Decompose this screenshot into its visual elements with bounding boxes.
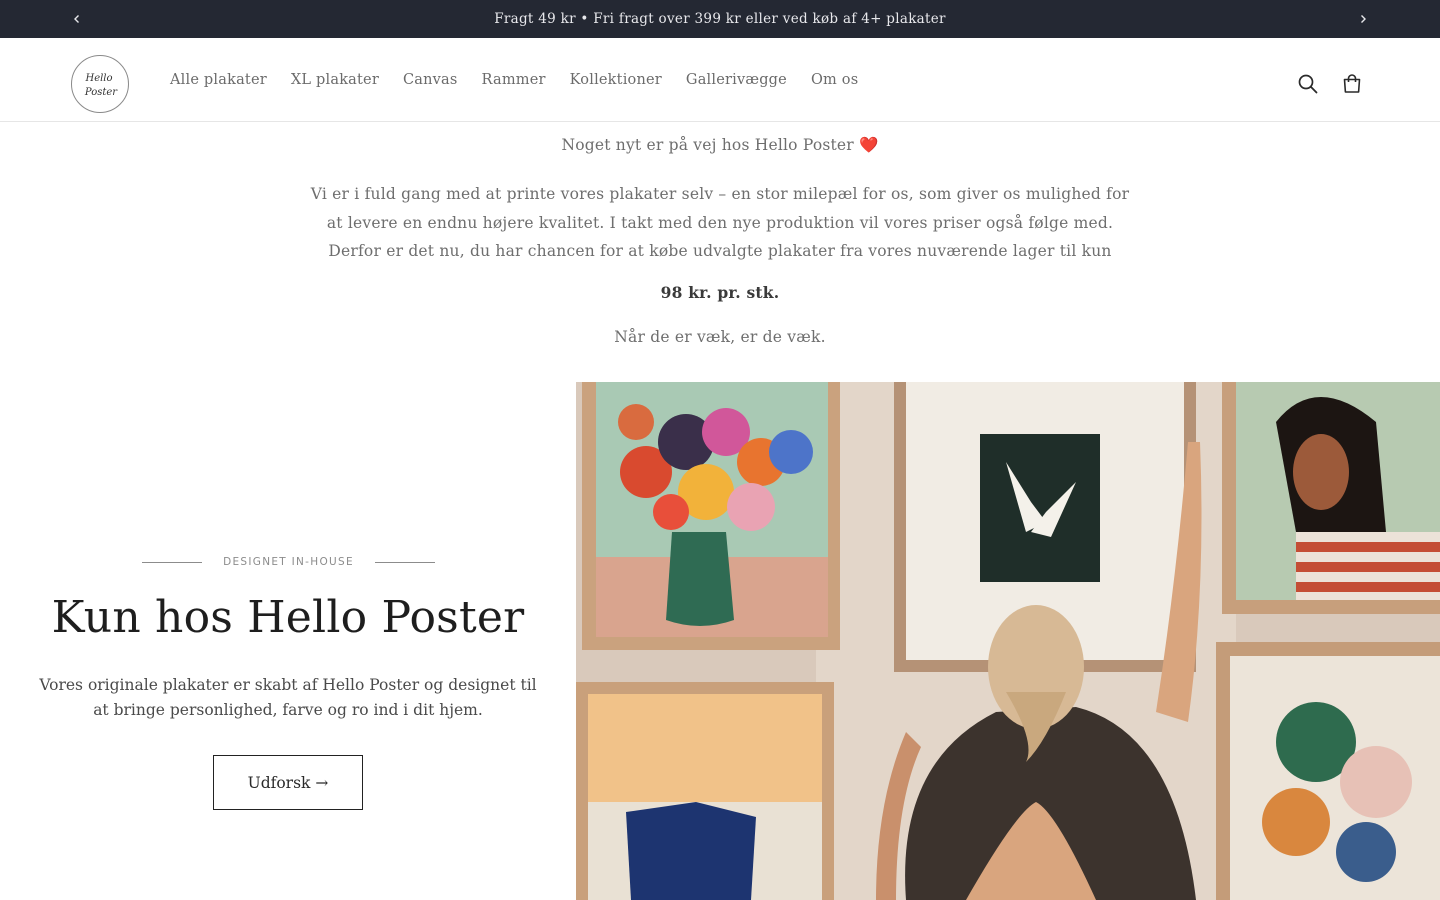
chevron-left-icon <box>74 15 79 23</box>
announcement-next-button[interactable] <box>1348 0 1378 38</box>
announcement-bar: Fragt 49 kr • Fri fragt over 399 kr elle… <box>0 0 1440 38</box>
nav-item-canvas[interactable]: Canvas <box>391 72 470 88</box>
hero-eyebrow-text: DESIGNET IN-HOUSE <box>223 556 354 568</box>
notice-title: Noget nyt er på vej hos Hello Poster ❤️ <box>561 136 879 154</box>
logo[interactable]: Hello Poster <box>71 55 129 113</box>
hero-title: Kun hos Hello Poster <box>51 592 525 643</box>
announcement-text: Fragt 49 kr • Fri fragt over 399 kr elle… <box>494 11 946 27</box>
notice-line: Vi er i fuld gang med at printe vores pl… <box>310 185 1130 203</box>
nav-item-kollektioner[interactable]: Kollektioner <box>558 72 674 88</box>
nav-item-rammer[interactable]: Rammer <box>470 72 558 88</box>
announcement-prev-button[interactable] <box>62 0 92 38</box>
search-icon <box>1298 74 1318 94</box>
hero-eyebrow: DESIGNET IN-HOUSE <box>142 556 435 568</box>
notice-line: at levere en endnu højere kvalitet. I ta… <box>326 213 1114 232</box>
site-header: Hello Poster Alle plakater XL plakater C… <box>0 38 1440 122</box>
nav-item-om-os[interactable]: Om os <box>799 72 870 88</box>
notice-price: 98 kr. pr. stk. <box>660 283 780 302</box>
hero-image <box>576 382 1440 900</box>
nav-item-alle-plakater[interactable]: Alle plakater <box>158 72 279 88</box>
hero-text: Vores originale plakater er skabt af Hel… <box>39 676 537 719</box>
nav-item-xl-plakater[interactable]: XL plakater <box>279 72 391 88</box>
cart-button[interactable] <box>1340 72 1364 96</box>
divider-line <box>375 561 435 563</box>
cart-icon <box>1343 74 1361 93</box>
notice-outro: Når de er væk, er de væk. <box>614 328 826 346</box>
gallery-wall-illustration <box>576 382 1440 900</box>
svg-text:Hello: Hello <box>84 73 112 84</box>
notice-line: Derfor er det nu, du har chancen for at … <box>328 242 1112 260</box>
chevron-right-icon <box>1361 15 1366 23</box>
main-nav: Alle plakater XL plakater Canvas Rammer … <box>158 38 870 121</box>
search-button[interactable] <box>1296 72 1320 96</box>
svg-text:Poster: Poster <box>84 87 118 98</box>
notice-body: Vi er i fuld gang med at printe vores pl… <box>300 180 1140 266</box>
divider-line <box>142 561 202 563</box>
nav-item-gallerivaegge[interactable]: Gallerivægge <box>674 72 799 88</box>
logo-mark: Hello Poster <box>84 73 118 98</box>
explore-button[interactable]: Udforsk → <box>213 755 363 810</box>
